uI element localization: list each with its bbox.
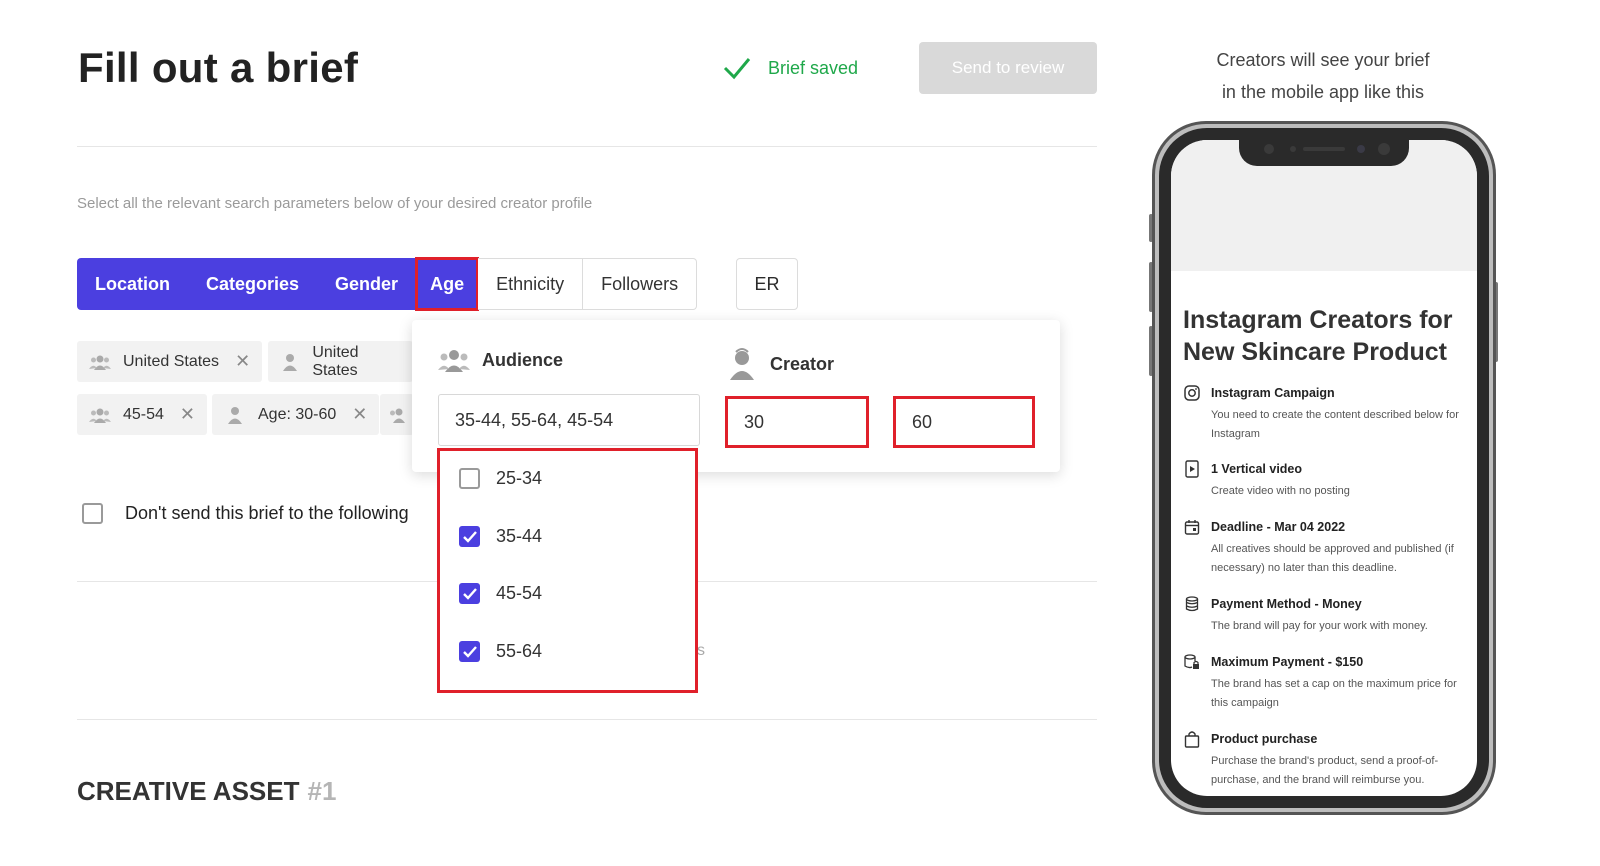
tab-age[interactable]: Age [415, 257, 480, 311]
creator-icon [224, 406, 246, 424]
item-description: You need to create the content described… [1211, 409, 1459, 440]
check-icon [462, 530, 477, 543]
bag-icon [1183, 730, 1201, 748]
checkmark-icon [723, 58, 751, 80]
coins-icon [1183, 595, 1201, 613]
calendar-icon [1183, 518, 1201, 536]
camera-speaker-icon [1264, 143, 1390, 155]
brief-detail-item: Product purchase Purchase the brand's pr… [1183, 730, 1469, 790]
saved-status: Brief saved [722, 54, 858, 82]
creator-icon [730, 348, 754, 380]
remove-chip-icon[interactable]: ✕ [180, 404, 195, 425]
item-description: Create video with no posting [1211, 485, 1350, 497]
item-title: Deadline - Mar 04 2022 [1211, 520, 1346, 534]
coins-lock-icon [1183, 653, 1201, 671]
check-icon [462, 645, 477, 658]
age-option-35-44[interactable]: 35-44 [459, 526, 542, 547]
filter-chip: Age: 30-60 ✕ [212, 394, 380, 435]
item-description: The brand will pay for your work with mo… [1211, 620, 1428, 632]
preview-note-line: Creators will see your brief [1216, 50, 1430, 70]
tab-er[interactable]: ER [736, 258, 798, 310]
filter-chip: United States ✕ [77, 341, 263, 382]
creator-max-age-input[interactable]: 60 [893, 396, 1035, 448]
checkbox[interactable] [459, 468, 480, 489]
filter-chip-partial [380, 394, 414, 435]
item-description: The brand has set a cap on the maximum p… [1211, 678, 1457, 709]
creator-label: Creator [770, 353, 835, 374]
tab-ethnicity[interactable]: Ethnicity [478, 258, 584, 310]
chip-label: United States [312, 343, 359, 379]
item-description: All creatives should be approved and pub… [1211, 543, 1454, 574]
item-title: Instagram Campaign [1211, 386, 1335, 400]
creative-asset-number: #1 [307, 776, 337, 806]
option-label: 55-64 [496, 641, 543, 661]
item-title: Maximum Payment - $150 [1211, 655, 1364, 669]
option-label: 35-44 [496, 526, 543, 546]
brief-detail-item: Payment Method - Money The brand will pa… [1183, 595, 1469, 636]
audience-heading: Audience [438, 348, 563, 372]
phone-screen: Instagram Creators for New Skincare Prod… [1171, 140, 1477, 796]
exclude-creators-option[interactable]: Don't send this brief to the following [82, 503, 409, 524]
item-title: Product purchase [1211, 732, 1318, 746]
brief-title: Instagram Creators for New Skincare Prod… [1183, 306, 1453, 366]
chip-label: United States [123, 352, 220, 370]
divider [77, 146, 1097, 147]
send-to-review-button[interactable]: Send to review [919, 42, 1097, 94]
age-option-45-54[interactable]: 45-54 [459, 583, 542, 604]
divider [77, 719, 1097, 720]
saved-status-label: Brief saved [768, 57, 859, 78]
chip-label: Age: 30-60 [258, 405, 337, 423]
creative-asset-label: CREATIVE ASSET [77, 776, 300, 806]
check-icon [462, 587, 477, 600]
option-label: 45-54 [496, 583, 543, 603]
creative-asset-heading: CREATIVE ASSET #1 [77, 776, 336, 807]
brief-detail-item: 1 Vertical video Create video with no po… [1183, 460, 1469, 501]
age-option-55-64[interactable]: 55-64 [459, 641, 542, 662]
preview-note-line: in the mobile app like this [1221, 82, 1425, 102]
audience-icon [89, 406, 111, 424]
audience-age-dropdown: 25-34 35-44 45-54 55-64 [437, 448, 698, 693]
audience-age-select[interactable]: 35-44, 55-64, 45-54 [438, 394, 700, 446]
item-description: Purchase the brand's product, send a pro… [1211, 755, 1439, 786]
remove-chip-icon[interactable]: ✕ [352, 404, 367, 425]
checkbox-checked[interactable] [459, 641, 480, 662]
creator-heading: Creator [730, 348, 834, 380]
age-option-25-34[interactable]: 25-34 [459, 468, 542, 489]
brief-detail-item: Maximum Payment - $150 The brand has set… [1183, 653, 1469, 713]
parameter-tabs: Location Categories Gender Age Ethnicity… [77, 257, 698, 311]
filter-chip: United States [268, 341, 413, 382]
checkbox-checked[interactable] [459, 526, 480, 547]
phone-notch [1239, 132, 1409, 166]
remove-chip-icon[interactable]: ✕ [235, 351, 250, 372]
tab-followers[interactable]: Followers [583, 258, 698, 310]
brief-detail-item: Instagram Campaign You need to create th… [1183, 384, 1469, 444]
audience-icon [388, 406, 410, 424]
tab-gender[interactable]: Gender [317, 258, 417, 310]
item-title: 1 Vertical video [1211, 462, 1303, 476]
brief-detail-item: Deadline - Mar 04 2022 All creatives sho… [1183, 518, 1469, 578]
tab-location[interactable]: Location [77, 258, 188, 310]
exclude-label: Don't send this brief to the following [125, 503, 409, 523]
audience-icon [438, 350, 470, 372]
page-title: Fill out a brief [78, 44, 359, 91]
audience-label: Audience [482, 349, 564, 370]
creator-min-age-input[interactable]: 30 [725, 396, 869, 448]
option-label: 25-34 [496, 468, 543, 488]
audience-icon [89, 353, 111, 371]
preview-note: Creators will see your brief in the mobi… [1170, 44, 1476, 108]
search-parameters-hint: Select all the relevant search parameter… [77, 195, 593, 212]
instagram-icon [1183, 384, 1201, 402]
creator-icon [280, 353, 300, 371]
chip-label: 45-54 [123, 405, 164, 423]
exclude-checkbox[interactable] [82, 503, 103, 524]
filter-chip: 45-54 ✕ [77, 394, 208, 435]
partial-text: s [697, 642, 705, 659]
video-icon [1183, 460, 1201, 478]
checkbox-checked[interactable] [459, 583, 480, 604]
tab-categories[interactable]: Categories [188, 258, 318, 310]
item-title: Payment Method - Money [1211, 597, 1362, 611]
